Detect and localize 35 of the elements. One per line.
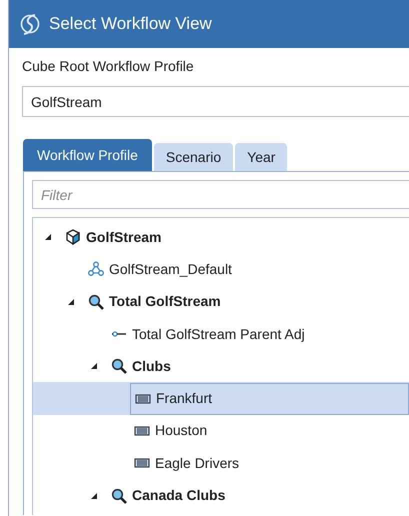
tree-item-label: GolfStream xyxy=(86,228,162,247)
tree-item[interactable]: Eagle Drivers xyxy=(33,447,409,480)
filter-field[interactable]: Filter xyxy=(32,180,409,209)
magnifier-icon xyxy=(88,294,104,310)
tree-item[interactable]: Total GolfStream xyxy=(33,286,409,318)
tree-item[interactable]: Clubs xyxy=(33,350,409,382)
tree-item-label: GolfStream_Default xyxy=(109,260,232,279)
tree-item[interactable]: GolfStream xyxy=(33,221,409,254)
tree-item[interactable]: Canada Clubs xyxy=(33,479,409,512)
tree-item-label: Clubs xyxy=(132,356,171,376)
cube-icon xyxy=(65,229,81,246)
root-profile-field[interactable]: GolfStream xyxy=(22,86,409,117)
collapse-arrow-icon[interactable] xyxy=(66,296,76,307)
window-title: Select Workflow View xyxy=(49,13,212,36)
network-icon xyxy=(88,261,104,278)
tree-item[interactable]: GolfStream_Default xyxy=(33,253,409,286)
logo-icon xyxy=(19,13,41,35)
tree-item-label: Total GolfStream xyxy=(109,292,221,312)
collapse-arrow-icon[interactable] xyxy=(43,232,53,242)
field-label: Cube Root Workflow Profile xyxy=(22,57,195,76)
tab[interactable]: Workflow Profile xyxy=(23,139,152,171)
tree-item-label: Total GolfStream Parent Adj xyxy=(132,324,305,344)
magnifier-icon xyxy=(111,358,127,374)
tab[interactable]: Scenario xyxy=(154,143,234,171)
tree-item-label: Canada Clubs xyxy=(132,486,226,506)
tab[interactable]: Year xyxy=(235,143,288,171)
tree-item-label: Houston xyxy=(155,421,208,440)
tree-item[interactable]: Total GolfStream Parent Adj xyxy=(33,318,409,350)
collapse-arrow-icon[interactable] xyxy=(89,490,99,501)
tree-item[interactable]: Houston xyxy=(33,414,409,448)
collapse-arrow-icon[interactable] xyxy=(89,361,99,372)
magnifier-icon xyxy=(111,488,127,504)
tree-item-label: Frankfurt xyxy=(156,389,212,408)
tree-item[interactable]: Frankfurt xyxy=(33,382,409,415)
tree-item-label: Eagle Drivers xyxy=(155,454,240,473)
